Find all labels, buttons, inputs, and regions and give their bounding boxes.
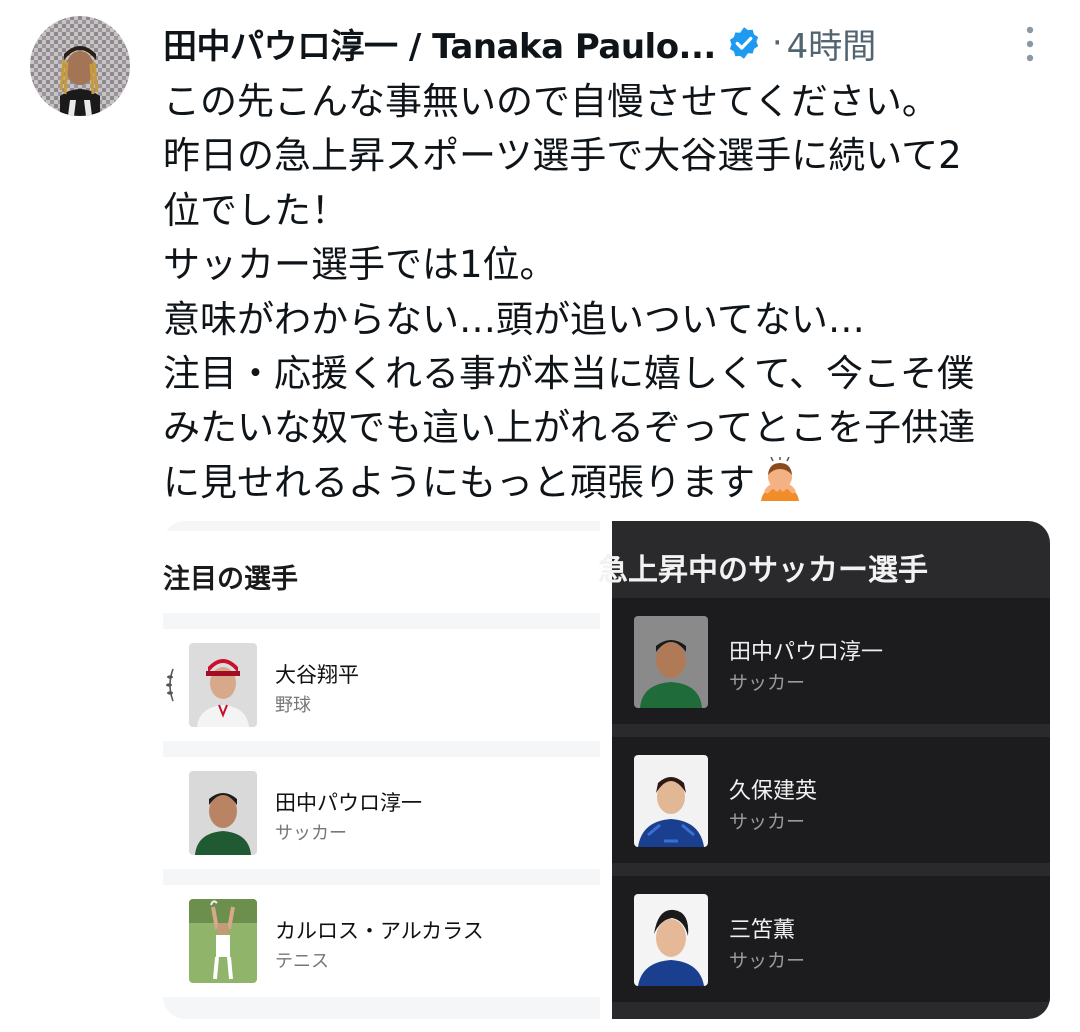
player-photo [189,899,257,983]
tweet-line: 位でした！ [163,188,348,232]
tweet-line: この先こんな事無いので自慢させてください。 [163,80,939,123]
laurel-icon [166,668,174,702]
more-options-icon[interactable] [1020,22,1040,66]
tweet-line: 意味がわからない…頭が追いついてない… [163,297,865,341]
tweet-text: この先こんな事無いので自慢させてください。 昨日の急上昇スポーツ選手で大谷選手に… [163,75,1063,510]
tweet-line-last: に見せれるようにもっと頑張ります [163,456,1063,510]
tweet-line-text: に見せれるようにもっと頑張ります [163,460,755,504]
author-name[interactable]: 田中パウロ淳一 / Tanaka Paulo... [163,19,716,68]
player-name: カルロス・アルカラス [275,919,484,943]
player-sport: サッカー [729,950,806,972]
person-bowing-emoji [761,456,799,501]
verified-badge-icon [729,27,758,59]
player-sport: サッカー [729,672,806,694]
panel-title: 注目の選手 [163,564,298,595]
tweet-line: 注目・応援くれる事が本当に嬉しくて、今こそ僕 [163,352,975,396]
player-photo [189,771,257,855]
separator-dot: · [771,23,783,63]
player-sport: テニス [275,951,329,972]
player-sport: サッカー [729,811,806,833]
player-photo [634,894,708,986]
tweet-line: 昨日の急上昇スポーツ選手で大谷選手に続いて2 [163,134,962,178]
player-card: 大谷翔平 野球 [163,629,600,741]
player-card: カルロス・アルカラス テニス [163,885,600,997]
player-name: 三笘薫 [729,918,796,943]
trending-soccer-panel: 急上昇中のサッカー選手 田中パウロ淳一 サッカー 久保建英 サッカー 三笘薫 サ… [598,521,1050,1019]
player-name: 田中パウロ淳一 [275,791,422,815]
tweet-timestamp[interactable]: 4時間 [787,19,877,68]
player-photo [634,616,708,708]
trending-athletes-panel: 注目の選手 大谷翔平 野球 田中パウロ淳一 サッカー カルロス・アルカラス テニ… [163,521,600,1019]
player-name: 大谷翔平 [275,663,359,687]
avatar-image [30,16,130,116]
tweet-media[interactable]: 注目の選手 大谷翔平 野球 田中パウロ淳一 サッカー カルロス・アルカラス テニ… [163,521,1050,1019]
player-card: 三笘薫 サッカー [612,876,1050,1002]
player-photo [634,755,708,847]
tweet-line: サッカー選手では1位。 [163,243,557,287]
player-card: 久保建英 サッカー [612,737,1050,863]
player-name: 田中パウロ淳一 [729,640,884,665]
author-avatar[interactable] [30,16,130,116]
panel-title: 急上昇中のサッカー選手 [598,553,928,588]
player-name: 久保建英 [729,779,818,804]
player-card: 田中パウロ淳一 サッカー [612,598,1050,724]
media-divider [600,521,612,1019]
player-card: 田中パウロ淳一 サッカー [163,757,600,869]
player-sport: サッカー [275,823,347,844]
tweet-line: みたいな奴でも這い上がれるぞってとこを子供達 [163,406,976,450]
tweet-header: 田中パウロ淳一 / Tanaka Paulo... · 4時間 [163,18,1040,68]
player-sport: 野球 [275,695,311,716]
player-photo [189,643,257,727]
